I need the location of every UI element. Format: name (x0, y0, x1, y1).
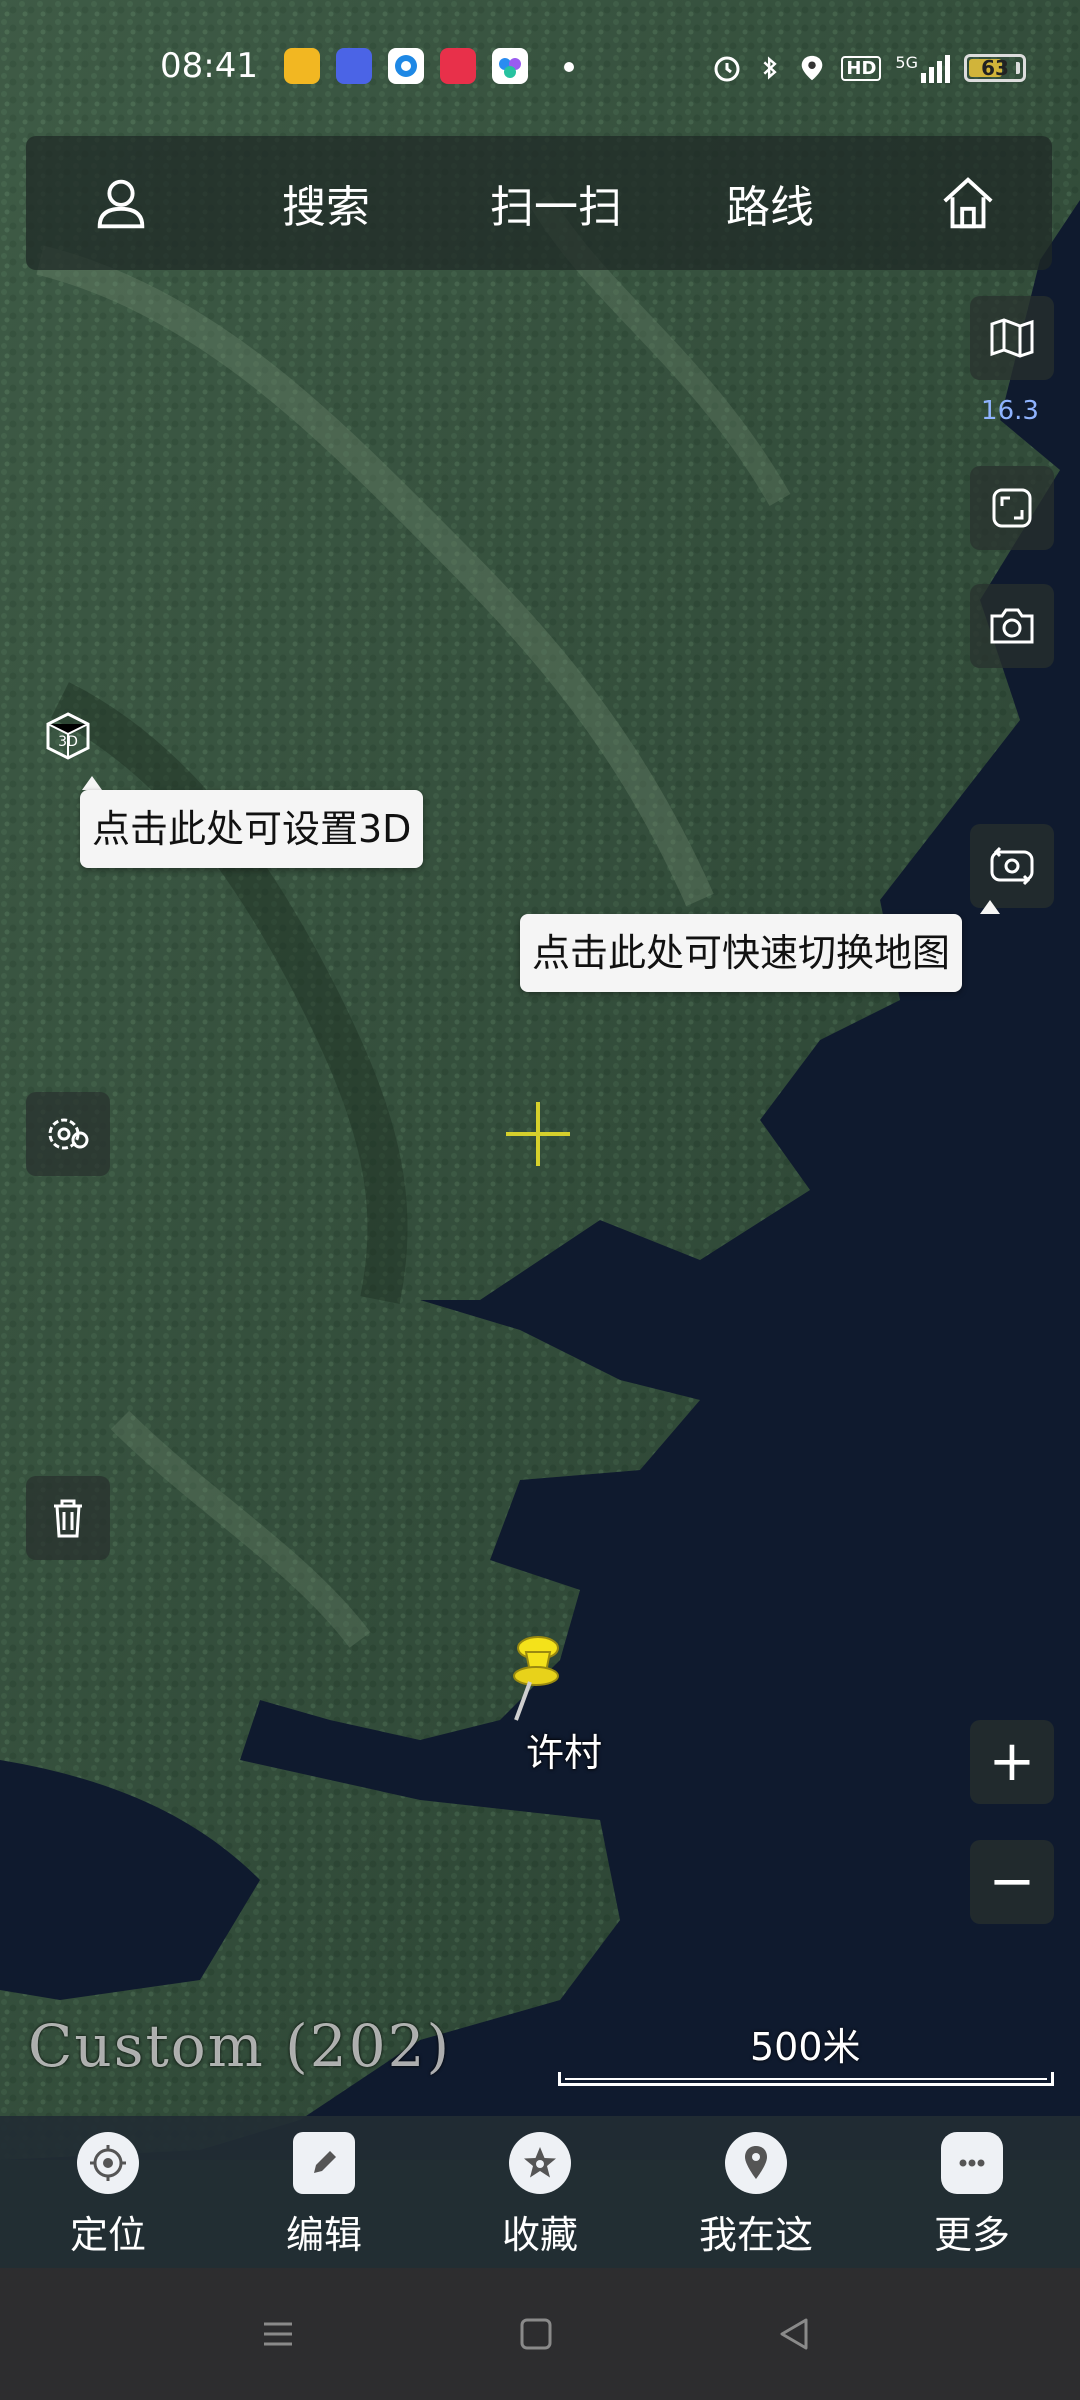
tooltip-3d-arrow (82, 776, 102, 790)
scale-bar (558, 2072, 1054, 2086)
i-am-here-label: 我在这 (698, 2213, 813, 2257)
3d-button[interactable]: 3D (26, 694, 110, 778)
i-am-here-button[interactable]: 我在这 (656, 2116, 856, 2268)
tooltip-3d[interactable]: 点击此处可设置3D (80, 790, 424, 868)
search-button[interactable]: 搜索 (246, 136, 406, 270)
battery-level: 63 (981, 56, 1009, 80)
system-navigation-bar (0, 2268, 1080, 2400)
locate-target-icon (90, 2145, 126, 2181)
svg-text:3D: 3D (58, 734, 78, 750)
weibo-app-icon (440, 48, 476, 84)
cloud-app-icon (492, 48, 528, 84)
home-icon (943, 177, 993, 229)
map-settings-button[interactable] (26, 1092, 110, 1176)
home-nav-button[interactable] (506, 2304, 566, 2364)
status-bar: 08:41 HD 5G 63 (0, 0, 1080, 136)
map-center-crosshair (506, 1102, 570, 1166)
profile-button[interactable] (66, 136, 176, 270)
hd-icon: HD (841, 55, 882, 81)
zoom-level-label: 16.3 (981, 396, 1039, 426)
status-indicators: HD 5G 63 (711, 48, 1026, 88)
tooltip-switch-map-arrow (980, 900, 1000, 914)
map-layers-button[interactable] (970, 296, 1054, 380)
battery-icon: 63 (964, 54, 1026, 82)
switch-map-button[interactable] (970, 824, 1054, 908)
edit-label: 编辑 (285, 2213, 362, 2257)
map-layers-icon (990, 318, 1034, 358)
location-icon (802, 55, 823, 81)
browser-app-icon (388, 48, 424, 84)
tooltip-switch-map[interactable]: 点击此处可快速切换地图 (520, 914, 963, 992)
more-button[interactable]: 更多 (872, 2116, 1072, 2268)
bluetooth-icon (763, 56, 778, 80)
edit-pencil-icon (314, 2151, 336, 2173)
locate-label: 定位 (69, 2213, 146, 2257)
settings-gear-icon (48, 1118, 89, 1150)
fullscreen-icon (992, 488, 1032, 528)
scale-label: 500米 (750, 2025, 861, 2069)
zoom-in-button[interactable]: + (970, 1720, 1054, 1804)
fullscreen-button[interactable] (970, 466, 1054, 550)
amap-app-icon (284, 48, 320, 84)
screenshot-button[interactable] (970, 584, 1054, 668)
menu-icon (264, 2322, 292, 2346)
menu-nav-button[interactable] (248, 2304, 308, 2364)
favorites-label: 收藏 (501, 2213, 578, 2257)
location-pin-icon (745, 2146, 767, 2179)
zoom-in-label: + (988, 1729, 1036, 1794)
route-button[interactable]: 路线 (690, 136, 850, 270)
pushpin-marker-icon[interactable] (494, 1628, 574, 1728)
marker-label: 许村 (526, 1731, 603, 1775)
zoom-out-label: − (988, 1849, 1036, 1914)
back-triangle-icon (780, 2318, 808, 2350)
trash-icon (54, 1499, 82, 1538)
favorite-star-icon (524, 2147, 556, 2178)
status-time: 08:41 (160, 46, 258, 86)
map-source-label: Custom (202) (28, 2012, 452, 2080)
delete-button[interactable] (26, 1476, 110, 1560)
back-nav-button[interactable] (764, 2304, 824, 2364)
3d-cube-icon: 3D (46, 712, 90, 760)
user-icon (97, 179, 145, 229)
zoom-out-button[interactable]: − (970, 1840, 1054, 1924)
favorites-button[interactable]: 收藏 (440, 2116, 640, 2268)
alarm-icon (714, 56, 740, 82)
locate-button[interactable]: 定位 (8, 2116, 208, 2268)
more-label: 更多 (933, 2213, 1010, 2257)
home-button[interactable] (908, 136, 1028, 270)
scan-button[interactable]: 扫一扫 (456, 136, 656, 270)
notification-dot-icon (564, 62, 574, 72)
signal-icon: 5G (895, 53, 950, 83)
more-dots-icon (959, 2159, 985, 2167)
square-home-icon (520, 2318, 552, 2350)
tieba-app-icon (336, 48, 372, 84)
top-nav-bar: 搜索 扫一扫 路线 (26, 136, 1052, 270)
network-type-label: 5G (895, 53, 918, 72)
switch-camera-icon (990, 846, 1034, 886)
edit-button[interactable]: 编辑 (224, 2116, 424, 2268)
bottom-toolbar: 定位 编辑 收藏 我在这 更多 (0, 2116, 1080, 2268)
camera-icon (990, 608, 1034, 644)
